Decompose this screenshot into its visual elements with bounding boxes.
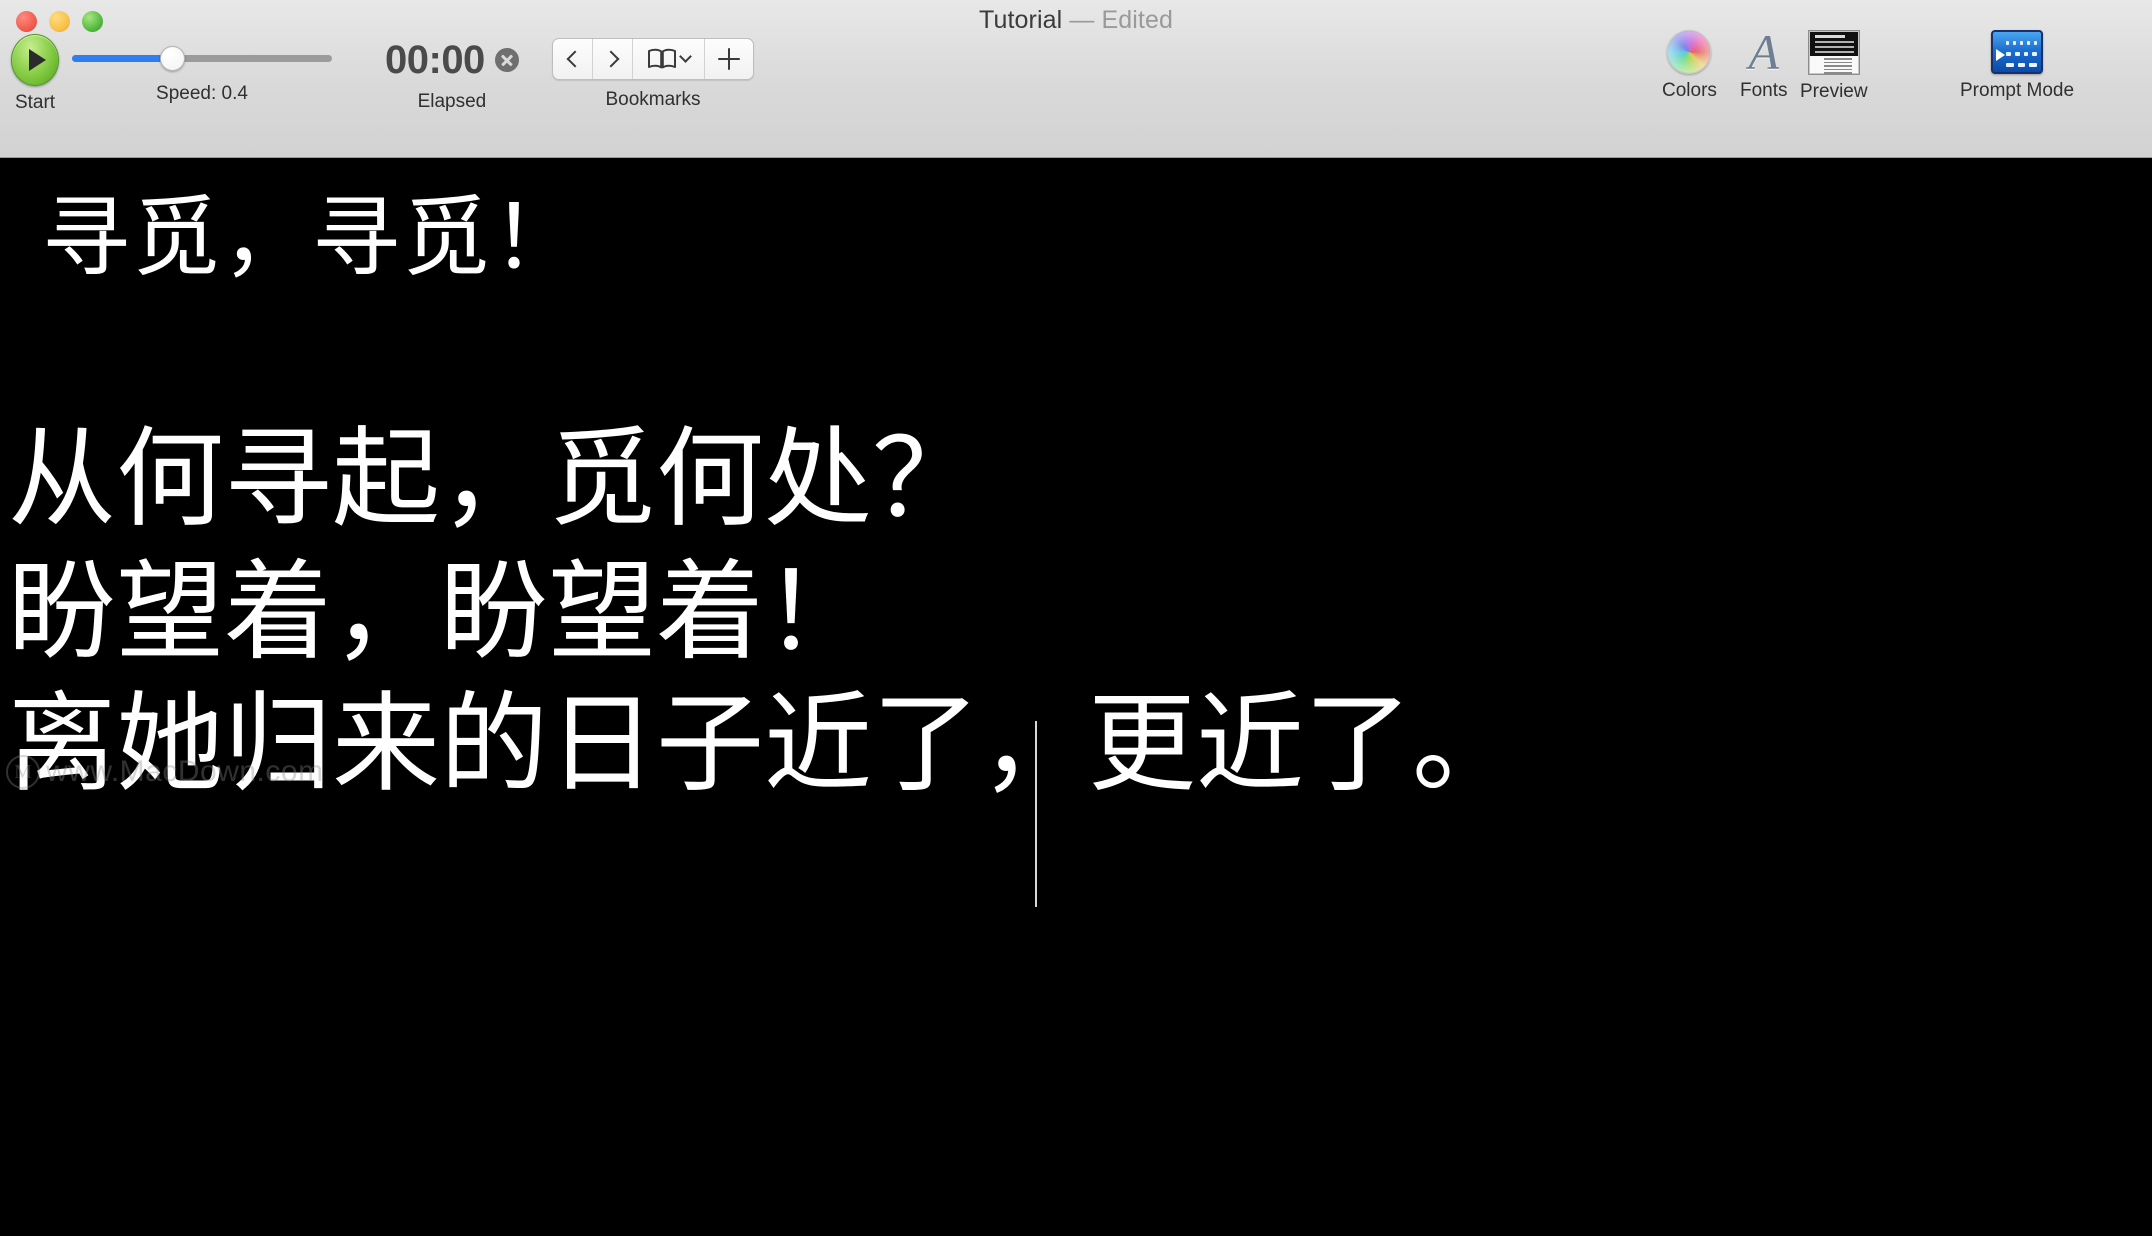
speed-label: Speed: 0.4 (156, 83, 248, 104)
play-triangle-icon (29, 49, 46, 71)
fonts-label: Fonts (1740, 80, 1788, 101)
prompt-mode-control[interactable]: Prompt Mode (1960, 30, 2074, 102)
bookmark-list-button[interactable] (633, 39, 705, 79)
bookmark-prev-button[interactable] (553, 39, 593, 79)
elapsed-label: Elapsed (417, 91, 487, 112)
bookmarks-segmented-control (552, 38, 754, 80)
prompt-mode-icon[interactable] (1991, 30, 2044, 74)
speed-slider-knob[interactable] (160, 46, 185, 71)
prompt-line-3[interactable]: 盼望着，盼望着！ (8, 558, 872, 666)
start-control[interactable]: Start (11, 34, 59, 114)
preview-window-icon[interactable] (1807, 30, 1860, 75)
prompt-line-1[interactable]: 寻觅，寻觅！ (42, 194, 582, 282)
preview-control[interactable]: Preview (1800, 30, 1868, 103)
chevron-down-icon (679, 50, 692, 63)
elapsed-control: 00:00 Elapsed (385, 40, 519, 113)
elapsed-row: 00:00 (385, 40, 519, 80)
prompt-mode-label: Prompt Mode (1960, 80, 2075, 101)
play-icon[interactable] (11, 34, 59, 86)
prompt-line-2[interactable]: 从何寻起，觅何处？ (8, 425, 980, 533)
prompt-line-4[interactable]: 离她归来的日子近了，更近了。 (8, 690, 1520, 798)
font-a-icon[interactable]: A (1748, 27, 1779, 77)
speed-control[interactable]: Speed: 0.4 (72, 46, 332, 105)
elapsed-time: 00:00 (385, 38, 485, 82)
prompt-cursor-arrow-icon (1996, 49, 2006, 61)
bookmarks-label: Bookmarks (605, 89, 701, 110)
window-title-text: Tutorial (979, 6, 1063, 34)
window-title-edited: Edited (1101, 6, 1173, 34)
bookmarks-control: Bookmarks (552, 38, 754, 111)
app-window: Tutorial — Edited Start Speed: 0.4 00:00 (0, 0, 2152, 1236)
speed-slider-fill (72, 55, 173, 62)
toolbar: Tutorial — Edited Start Speed: 0.4 00:00 (0, 0, 2152, 158)
open-book-icon (648, 48, 676, 69)
colors-label: Colors (1662, 80, 1717, 101)
chevron-left-icon (566, 50, 583, 68)
chevron-right-icon (602, 50, 619, 68)
bookmark-next-button[interactable] (593, 39, 633, 79)
bookmark-add-button[interactable] (705, 39, 753, 79)
colors-control[interactable]: Colors (1662, 30, 1717, 102)
preview-label: Preview (1800, 81, 1868, 102)
speed-slider[interactable] (72, 46, 332, 71)
plus-icon (718, 48, 740, 70)
color-wheel-icon[interactable] (1667, 30, 1712, 74)
text-caret (1035, 721, 1037, 907)
clear-circle-icon[interactable] (494, 48, 519, 72)
prompter-canvas[interactable]: 寻觅，寻觅！ 从何寻起，觅何处？ 盼望着，盼望着！ 离她归来的日子近了，更近了。… (0, 158, 2152, 1236)
preview-light-pane (1809, 56, 1858, 74)
fonts-control[interactable]: A Fonts (1740, 27, 1788, 102)
start-label: Start (14, 92, 56, 113)
window-title-dash: — (1069, 6, 1095, 34)
preview-dark-pane (1809, 32, 1858, 58)
